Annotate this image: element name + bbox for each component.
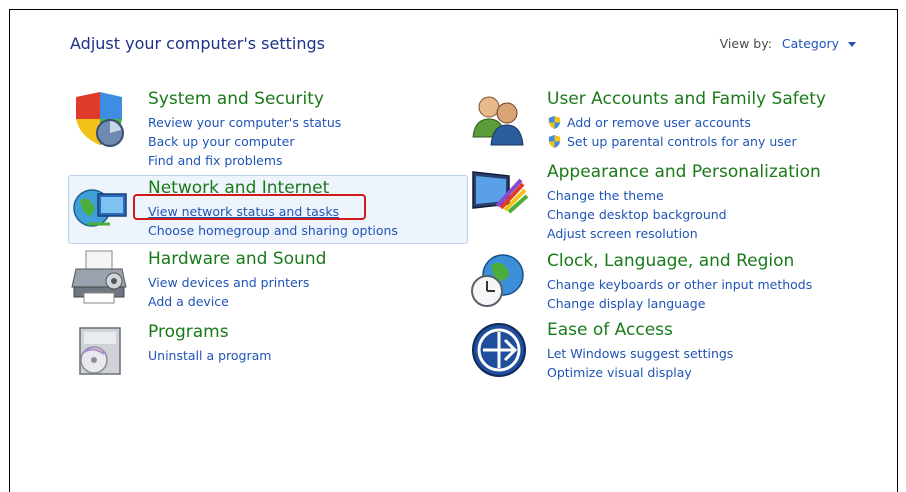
network-globe-icon[interactable] [70,178,130,238]
category-title[interactable]: Appearance and Personalization [547,162,821,182]
category-title[interactable]: Hardware and Sound [148,249,326,269]
link-back-up[interactable]: Back up your computer [148,132,341,151]
view-by-control: View by: Category [720,36,856,51]
category-title[interactable]: Ease of Access [547,320,673,340]
view-by-dropdown[interactable]: Category [782,36,839,51]
link-homegroup-sharing[interactable]: Choose homegroup and sharing options [148,221,398,240]
link-change-keyboards[interactable]: Change keyboards or other input methods [547,275,812,294]
link-display-language[interactable]: Change display language [547,294,812,313]
category-title[interactable]: System and Security [148,89,324,109]
link-optimize-display[interactable]: Optimize visual display [547,363,733,382]
shield-icon[interactable] [70,89,130,149]
uac-shield-icon [548,115,561,130]
chevron-down-icon[interactable] [848,42,856,47]
users-icon[interactable] [469,89,529,149]
clock-globe-icon[interactable] [469,251,529,311]
link-screen-resolution[interactable]: Adjust screen resolution [547,224,727,243]
uac-shield-icon [548,134,561,149]
link-label: Set up parental controls for any user [567,134,797,149]
link-review-status[interactable]: Review your computer's status [148,113,341,132]
link-add-device[interactable]: Add a device [148,292,309,311]
link-uninstall-program[interactable]: Uninstall a program [148,346,271,365]
view-by-label: View by: [719,36,772,51]
category-title[interactable]: Clock, Language, and Region [547,251,794,271]
category-title[interactable]: Programs [148,322,229,342]
link-suggest-settings[interactable]: Let Windows suggest settings [547,344,733,363]
link-parental-controls[interactable]: Set up parental controls for any user [547,132,797,151]
link-find-fix[interactable]: Find and fix problems [148,151,341,170]
highlight-annotation-box [133,194,366,220]
link-add-remove-accounts[interactable]: Add or remove user accounts [547,113,797,132]
link-desktop-background[interactable]: Change desktop background [547,205,727,224]
link-devices-printers[interactable]: View devices and printers [148,273,309,292]
page-title: Adjust your computer's settings [70,34,325,53]
programs-disc-icon[interactable] [70,322,130,382]
monitor-palette-icon[interactable] [469,162,529,222]
category-title[interactable]: User Accounts and Family Safety [547,89,826,109]
ease-of-access-icon[interactable] [469,320,529,380]
link-change-theme[interactable]: Change the theme [547,186,727,205]
printer-icon[interactable] [70,249,130,309]
link-label: Add or remove user accounts [567,115,751,130]
